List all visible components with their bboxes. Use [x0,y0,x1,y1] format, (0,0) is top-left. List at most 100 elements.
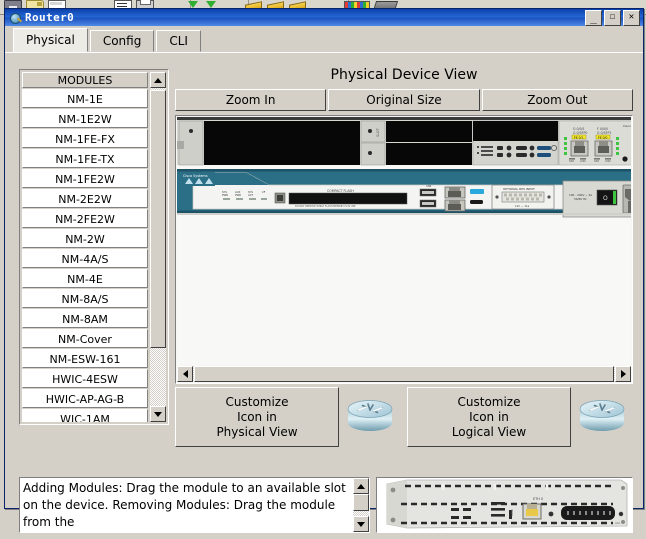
scrollbar-thumb[interactable] [150,90,166,348]
tab-physical-label: Physical [26,33,75,47]
module-item[interactable]: NM-4A/S [22,249,148,268]
customize-physical-line1: Customize [225,394,289,409]
svg-text:ACT: ACT [248,193,254,197]
svg-text:FE 0/0: FE 0/0 [598,135,607,139]
scroll-down-button[interactable] [150,406,166,422]
module-item[interactable]: NM-1FE2W [22,169,148,188]
module-item[interactable]: NM-1E [22,89,148,108]
module-preview-box: LINK ETH 0 AUI [375,477,633,533]
minimize-button[interactable]: _ [585,9,602,26]
customize-logical-line1: Customize [457,394,521,409]
instructions-scrollbar[interactable] [352,478,369,532]
customize-physical-line2: Icon in [237,409,277,424]
triangle-down-icon [154,411,162,417]
module-item[interactable]: HWIC-4ESW [22,369,148,388]
svg-text:LINK: LINK [605,159,611,163]
device-view-horizontal-scrollbar[interactable] [177,366,631,382]
original-size-button[interactable]: Original Size [328,89,480,111]
module-item[interactable]: NM-ESW-161 [22,349,148,368]
zoom-in-button[interactable]: Zoom In [175,89,327,111]
zoom-out-button[interactable]: Zoom Out [481,89,633,111]
router-magnifier-icon [9,11,22,24]
triangle-left-icon [182,370,188,378]
customize-physical-view-button[interactable]: Customize Icon in Physical View [175,387,339,447]
tab-physical[interactable]: Physical [13,28,88,52]
svg-text:LINK: LINK [510,508,514,516]
instructions-scroll-up-button[interactable] [352,478,369,494]
module-item[interactable]: NM-8AM [22,309,148,328]
instructions-text: Adding Modules: Drag the module to an av… [23,481,346,529]
triangle-up-icon [356,483,365,489]
svg-text:AUI: AUI [615,521,620,525]
physical-device-view-title: Physical Device View [330,67,478,83]
customize-logical-view-button[interactable]: Customize Icon in Logical View [407,387,571,447]
router-3d-icon [347,400,393,431]
module-item[interactable]: NM-8A/S [22,289,148,308]
triangle-right-icon [620,370,626,378]
device-view-area[interactable]: SLOT G 0/0/1 G 0/SFP0 FE 0/1 F 0/0/0 G 0… [175,115,633,384]
instructions-scroll-down-button[interactable] [352,516,369,532]
close-glyph: ✕ [628,12,635,22]
module-item[interactable]: HWIC-AP-AG-B [22,389,148,408]
svg-text:LINK: LINK [580,159,586,163]
svg-text:FE 0/1: FE 0/1 [574,135,583,139]
triangle-down-icon [356,521,365,527]
physical-view-router-icon-preview[interactable] [339,387,401,447]
tab-strip: Physical Config CLI [5,28,643,53]
module-item[interactable]: NM-1FE-FX [22,129,148,148]
maximize-button[interactable]: ☐ [604,9,621,26]
module-item[interactable]: NM-1E2W [22,109,148,128]
module-item[interactable]: NM-2W [22,229,148,248]
modules-panel: MODULES NM-1E NM-1E2W NM-1FE-FX NM-1FE-T… [19,69,169,425]
instructions-box[interactable]: Adding Modules: Drag the module to an av… [19,477,370,533]
svg-text:DO NOT REMOVE WHILE FLASH MEMO: DO NOT REMOVE WHILE FLASH MEMORY IS IN U… [295,205,356,208]
customize-logical-line2: Icon in [469,409,509,424]
close-button[interactable]: ✕ [623,9,640,26]
module-item[interactable]: WIC-1AM [22,409,148,422]
device-pane: Physical Device View Zoom In Original Si… [175,63,633,508]
module-item[interactable]: NM-Cover [22,329,148,348]
scroll-left-button[interactable] [177,366,193,382]
window-titlebar[interactable]: Router0 _ ☐ ✕ [5,9,643,26]
instructions-scrollbar-thumb[interactable] [352,494,369,511]
module-item[interactable]: NM-2E2W [22,189,148,208]
modules-scrollbar[interactable] [150,72,166,422]
zoom-button-bar: Zoom In Original Size Zoom Out [175,89,633,111]
tab-cli-label: CLI [169,34,188,48]
triangle-up-icon [154,77,162,83]
nm-1e-module-image: LINK ETH 0 AUI [376,478,632,532]
logical-view-router-icon-preview[interactable] [571,387,633,447]
tab-config[interactable]: Config [89,30,155,52]
svg-text:O: O [603,195,608,202]
customize-row: Customize Icon in Physical View Customiz… [175,387,633,447]
module-port-label: ETH 0 [533,497,543,501]
tab-cli[interactable]: CLI [156,30,201,52]
maximize-glyph: ☐ [609,12,616,22]
svg-text:PWR: PWR [222,193,228,197]
svg-text:PWR: PWR [235,193,241,197]
svg-text:Cisco: Cisco [623,124,631,128]
svg-text:COMPACT FLASH: COMPACT FLASH [327,189,354,193]
minimize-glyph: _ [590,10,597,24]
device-canvas[interactable]: SLOT G 0/0/1 G 0/SFP0 FE 0/1 F 0/0/0 G 0… [177,117,631,365]
window-title: Router0 [25,11,75,24]
svg-text:SLOT: SLOT [376,127,380,137]
svg-text:50/60 Hz: 50/60 Hz [574,197,587,201]
module-item[interactable]: NM-1FE-TX [22,149,148,168]
svg-text:SPD: SPD [569,159,574,163]
modules-list: NM-1E NM-1E2W NM-1FE-FX NM-1FE-TX NM-1FE… [22,89,148,422]
svg-text:12V — 11a: 12V — 11a [515,204,530,208]
router-chassis-illustration: SLOT G 0/0/1 G 0/SFP0 FE 0/1 F 0/0/0 G 0… [177,117,631,218]
router-properties-window: Router0 _ ☐ ✕ Physical Config CLI MODULE… [4,8,644,533]
scroll-right-button[interactable] [615,366,631,382]
svg-text:SPD: SPD [594,159,599,163]
modules-inner: MODULES NM-1E NM-1E2W NM-1FE-FX NM-1FE-T… [22,72,166,422]
scroll-up-button[interactable] [150,72,166,88]
customize-logical-line3: Logical View [451,424,527,439]
module-item[interactable]: NM-2FE2W [22,209,148,228]
module-item[interactable]: NM-4E [22,269,148,288]
customize-physical-line3: Physical View [216,424,298,439]
physical-tab-content: MODULES NM-1E NM-1E2W NM-1FE-FX NM-1FE-T… [5,53,643,533]
brand-label: Cisco Systems [183,174,208,178]
horizontal-scrollbar-thumb[interactable] [194,366,614,382]
